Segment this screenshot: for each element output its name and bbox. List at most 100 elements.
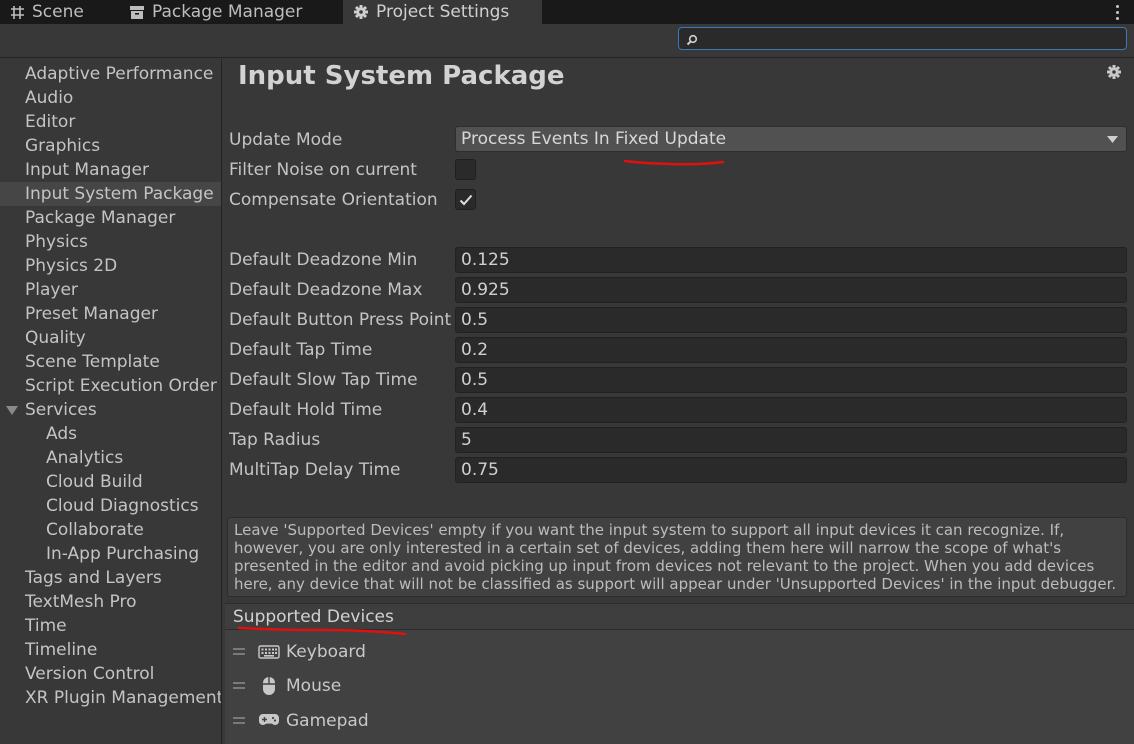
sidebar-item-label: Collaborate	[46, 520, 144, 540]
sidebar-item-services[interactable]: Services	[0, 398, 221, 422]
list-item-mouse[interactable]: Mouse	[225, 672, 1134, 706]
sidebar-item-label: Preset Manager	[25, 304, 158, 324]
sidebar-item-label: Player	[25, 280, 78, 300]
sidebar-item-tags-and-layers[interactable]: Tags and Layers	[0, 566, 221, 590]
sidebar-item-label: Physics 2D	[25, 256, 118, 276]
sidebar-item-ads[interactable]: Ads	[0, 422, 221, 446]
sidebar-item-scene-template[interactable]: Scene Template	[0, 350, 221, 374]
hold-time-label: Default Hold Time	[229, 400, 383, 420]
search-icon	[686, 34, 698, 46]
sidebar-item-audio[interactable]: Audio	[0, 86, 221, 110]
sidebar-item-input-system-package[interactable]: Input System Package	[0, 182, 221, 206]
sidebar-item-label: In-App Purchasing	[46, 544, 200, 564]
sidebar-item-label: Editor	[25, 112, 76, 132]
sidebar-item-cloud-build[interactable]: Cloud Build	[0, 470, 221, 494]
sidebar-item-in-app-purchasing[interactable]: In-App Purchasing	[0, 542, 221, 566]
sidebar-item-label: Script Execution Order	[25, 376, 217, 396]
list-item-label: Keyboard	[286, 642, 366, 662]
compensate-orientation-label: Compensate Orientation	[229, 190, 438, 210]
sidebar-item-label: Input System Package	[25, 184, 214, 204]
sidebar-item-label: Quality	[25, 328, 86, 348]
list-item-gamepad[interactable]: Gamepad	[225, 707, 1134, 741]
sidebar-item-preset-manager[interactable]: Preset Manager	[0, 302, 221, 326]
tap-radius-label: Tap Radius	[229, 430, 321, 450]
deadzone-max-field[interactable]: 0.925	[455, 277, 1127, 303]
tap-time-label: Default Tap Time	[229, 340, 373, 360]
sidebar-item-label: Version Control	[25, 664, 155, 684]
settings-sidebar: Adaptive Performance Audio Editor Graphi…	[0, 59, 222, 744]
sidebar-item-label: Timeline	[25, 640, 98, 660]
tab-label: Package Manager	[152, 2, 303, 22]
sidebar-item-label: Adaptive Performance	[25, 64, 214, 84]
update-mode-label: Update Mode	[229, 130, 343, 150]
checkmark-icon	[459, 194, 472, 205]
sidebar-item-label: Tags and Layers	[25, 568, 162, 588]
slow-tap-time-label: Default Slow Tap Time	[229, 370, 418, 390]
filter-noise-label: Filter Noise on current	[229, 160, 417, 180]
update-mode-value: Process Events In Fixed Update	[461, 129, 727, 149]
grid-icon	[10, 5, 25, 20]
hold-time-field[interactable]: 0.4	[455, 397, 1127, 423]
sidebar-item-label: Audio	[25, 88, 74, 108]
page-title: Input System Package	[238, 61, 565, 91]
slow-tap-time-field[interactable]: 0.5	[455, 367, 1127, 393]
tap-time-field[interactable]: 0.2	[455, 337, 1127, 363]
sidebar-item-graphics[interactable]: Graphics	[0, 134, 221, 158]
update-mode-dropdown[interactable]: Process Events In Fixed Update	[455, 126, 1127, 152]
gamepad-icon	[259, 714, 279, 725]
tab-bar: Scene Package Manager Project Settings	[0, 0, 1134, 24]
settings-gear-icon[interactable]	[1106, 64, 1122, 80]
list-item-label: Mouse	[286, 676, 342, 696]
deadzone-min-field[interactable]: 0.125	[455, 247, 1127, 273]
sidebar-item-physics-2d[interactable]: Physics 2D	[0, 254, 221, 278]
compensate-orientation-checkbox[interactable]	[455, 189, 476, 210]
sidebar-item-cloud-diagnostics[interactable]: Cloud Diagnostics	[0, 494, 221, 518]
sidebar-item-label: Services	[25, 400, 97, 420]
list-item-label: Gamepad	[286, 711, 369, 731]
sidebar-item-label: XR Plugin Management	[25, 688, 222, 708]
chevron-down-icon	[1107, 136, 1118, 143]
sidebar-item-physics[interactable]: Physics	[0, 230, 221, 254]
sidebar-item-analytics[interactable]: Analytics	[0, 446, 221, 470]
tab-project-settings[interactable]: Project Settings	[343, 0, 542, 24]
filter-noise-checkbox[interactable]	[455, 159, 476, 180]
tab-scene[interactable]: Scene	[0, 0, 120, 24]
sidebar-item-quality[interactable]: Quality	[0, 326, 221, 350]
sidebar-item-adaptive-performance[interactable]: Adaptive Performance	[0, 62, 221, 86]
sidebar-item-timeline[interactable]: Timeline	[0, 638, 221, 662]
search-input[interactable]	[678, 27, 1127, 50]
sidebar-item-collaborate[interactable]: Collaborate	[0, 518, 221, 542]
settings-panel: Input System Package Update Mode Process…	[223, 59, 1134, 744]
button-press-point-field[interactable]: 0.5	[455, 307, 1127, 333]
tab-label: Project Settings	[376, 2, 510, 22]
sidebar-item-script-execution-order[interactable]: Script Execution Order	[0, 374, 221, 398]
tab-label: Scene	[32, 2, 84, 22]
gear-icon	[353, 4, 369, 20]
button-press-point-label: Default Button Press Point	[229, 310, 451, 330]
sidebar-item-input-manager[interactable]: Input Manager	[0, 158, 221, 182]
more-menu-icon[interactable]	[1114, 2, 1120, 22]
help-box: Leave 'Supported Devices' empty if you w…	[227, 517, 1127, 597]
tab-package-manager[interactable]: Package Manager	[120, 0, 342, 24]
sidebar-item-label: Ads	[46, 424, 77, 444]
multitap-delay-field[interactable]: 0.75	[455, 457, 1127, 483]
sidebar-item-time[interactable]: Time	[0, 614, 221, 638]
drag-handle-icon[interactable]	[233, 682, 245, 692]
multitap-delay-label: MultiTap Delay Time	[229, 460, 401, 480]
sidebar-item-package-manager[interactable]: Package Manager	[0, 206, 221, 230]
settings-toolbar	[0, 24, 1134, 58]
list-item-keyboard[interactable]: Keyboard	[225, 638, 1134, 672]
sidebar-item-editor[interactable]: Editor	[0, 110, 221, 134]
sidebar-item-textmesh-pro[interactable]: TextMesh Pro	[0, 590, 221, 614]
sidebar-item-player[interactable]: Player	[0, 278, 221, 302]
sidebar-item-label: Input Manager	[25, 160, 149, 180]
drag-handle-icon[interactable]	[233, 717, 245, 727]
sidebar-item-label: Package Manager	[25, 208, 176, 228]
sidebar-item-label: Scene Template	[25, 352, 160, 372]
sidebar-item-version-control[interactable]: Version Control	[0, 662, 221, 686]
drag-handle-icon[interactable]	[233, 648, 245, 658]
tap-radius-field[interactable]: 5	[455, 427, 1127, 453]
fold-arrow-icon[interactable]	[6, 406, 18, 415]
sidebar-item-xr-plugin-management[interactable]: XR Plugin Management	[0, 686, 222, 710]
sidebar-item-label: Graphics	[25, 136, 101, 156]
